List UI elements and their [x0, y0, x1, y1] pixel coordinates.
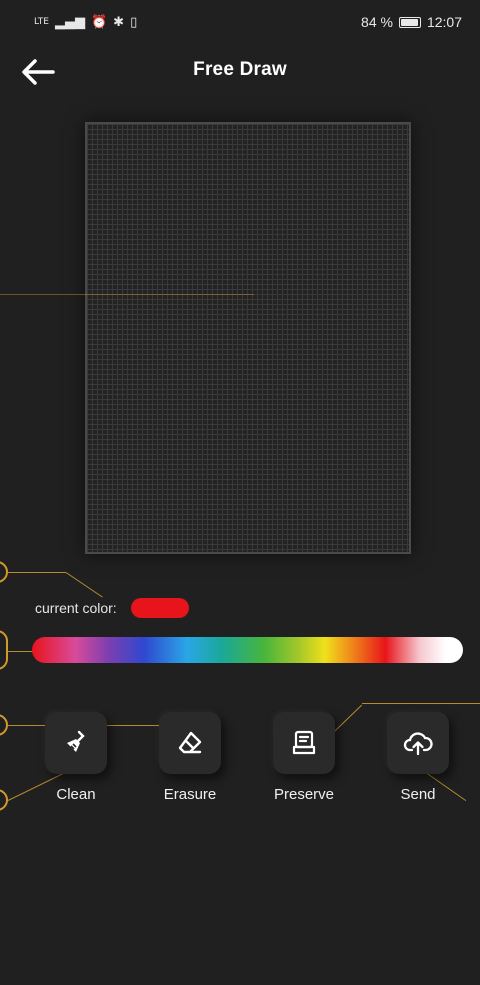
callout-line-color-diag: [65, 572, 103, 598]
send-button-tile[interactable]: [387, 712, 449, 774]
preserve-button-tile[interactable]: [273, 712, 335, 774]
callout-line-color: [8, 572, 66, 573]
color-slider[interactable]: [32, 637, 463, 663]
callout-line-preserve-h: [362, 703, 480, 704]
header: Free Draw: [0, 44, 480, 100]
cloud-upload-icon: [403, 732, 433, 756]
callout-dot-color: [0, 561, 8, 583]
clean-button-tile[interactable]: [45, 712, 107, 774]
bluetooth-icon: ✱: [113, 14, 125, 30]
clean-label: Clean: [56, 786, 96, 803]
callout-line-canvas: [0, 294, 254, 295]
preserve-button[interactable]: Preserve: [259, 712, 349, 803]
current-color-row: current color:: [35, 598, 189, 618]
erasure-button[interactable]: Erasure: [145, 712, 235, 803]
current-color-swatch: [130, 598, 189, 618]
send-button[interactable]: Send: [373, 712, 463, 803]
signal-bars-icon: ▂▄▆: [54, 14, 85, 30]
eraser-icon: [178, 731, 202, 754]
callout-dot-slider: [0, 630, 8, 670]
status-right: 84 % 12:07: [361, 14, 462, 30]
alarm-icon: ⏰: [90, 14, 108, 30]
tool-bar: Clean Erasure Preserve Send: [0, 712, 480, 822]
signal-icon: LTE: [34, 17, 49, 27]
save-document-icon: [292, 730, 316, 755]
broom-icon: [67, 730, 85, 752]
clean-button[interactable]: Clean: [31, 712, 121, 803]
vibrate-icon: ▯: [130, 14, 138, 30]
status-bar: LTE ▂▄▆ ⏰ ✱ ▯ 84 % 12:07: [0, 0, 480, 44]
erasure-button-tile[interactable]: [159, 712, 221, 774]
canvas-grid: [87, 124, 409, 552]
page-title: Free Draw: [193, 59, 287, 80]
status-left: LTE ▂▄▆ ⏰ ✱ ▯: [34, 15, 137, 30]
clock: 12:07: [426, 14, 462, 30]
current-color-label: current color:: [35, 600, 117, 616]
send-label: Send: [400, 786, 436, 803]
battery-icon: [398, 16, 421, 28]
erasure-label: Erasure: [163, 786, 217, 803]
preserve-label: Preserve: [273, 786, 335, 803]
drawing-canvas[interactable]: [85, 122, 411, 554]
battery-percent: 84 %: [361, 14, 393, 30]
